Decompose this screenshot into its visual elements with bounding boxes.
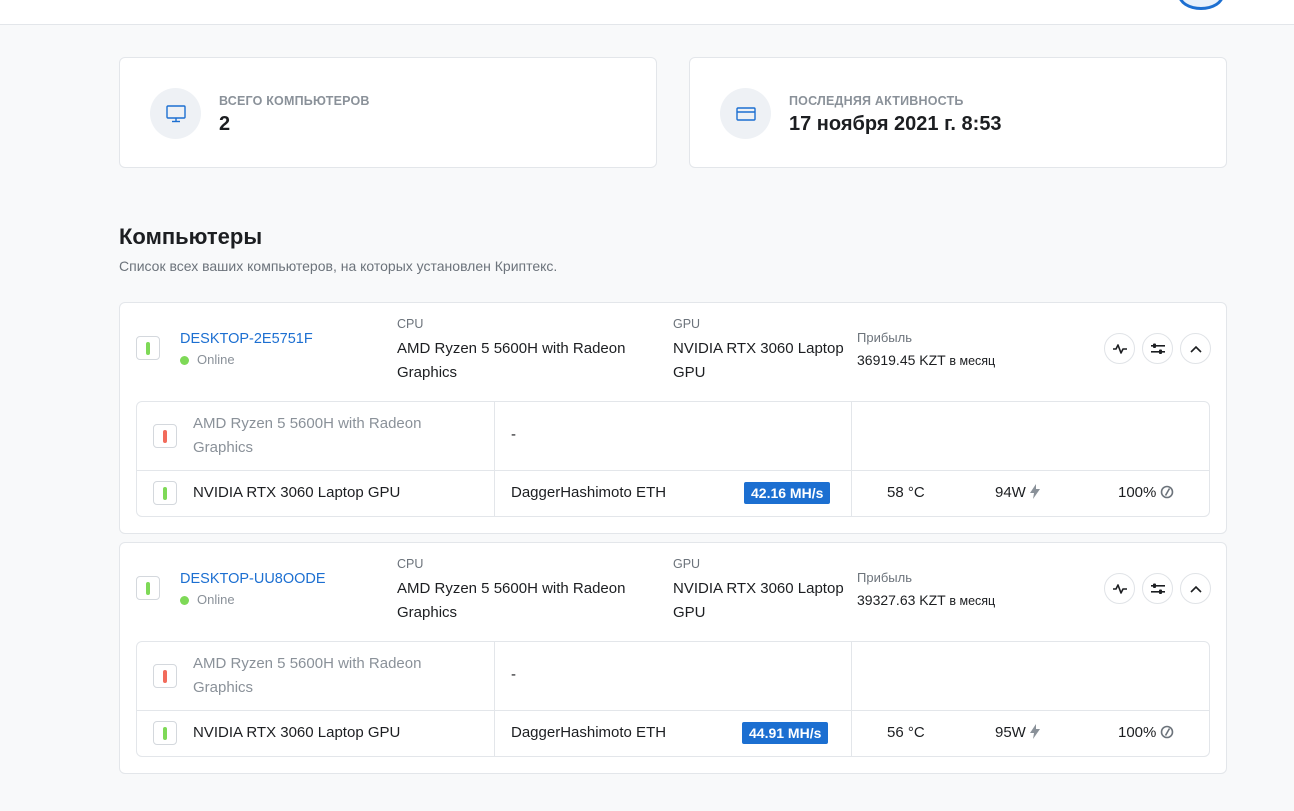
device-power: 95W — [995, 724, 1040, 741]
profit-label: Прибыль — [857, 570, 912, 585]
gpu-value: NVIDIA RTX 3060 Laptop GPU — [673, 580, 844, 621]
device-power: 94W — [995, 484, 1040, 501]
credit-card-icon — [720, 88, 771, 139]
column-divider — [494, 471, 495, 516]
profit-value: 39327.63 KZT в месяц — [857, 592, 995, 608]
activity-icon — [1112, 343, 1127, 354]
device-algorithm: - — [511, 666, 516, 683]
device-load: 100% — [1118, 724, 1174, 741]
computer-card: DESKTOP-UU8OODE Online CPU AMD Ryzen 5 5… — [119, 542, 1227, 774]
hashrate-badge: 42.16 MH/s — [744, 482, 831, 504]
device-row: AMD Ryzen 5 5600H with Radeon Graphics - — [137, 402, 1209, 471]
collapse-button[interactable] — [1180, 333, 1211, 364]
device-row: NVIDIA RTX 3060 Laptop GPU DaggerHashimo… — [137, 471, 1209, 516]
device-name: AMD Ryzen 5 5600H with Radeon Graphics — [193, 415, 422, 456]
sliders-icon — [1150, 343, 1165, 354]
column-divider — [851, 471, 852, 516]
stat-label: ПОСЛЕДНЯЯ АКТИВНОСТЬ — [789, 94, 964, 108]
computer-name-link[interactable]: DESKTOP-2E5751F — [180, 331, 313, 347]
activity-button[interactable] — [1104, 333, 1135, 364]
device-row: AMD Ryzen 5 5600H with Radeon Graphics - — [137, 642, 1209, 711]
computer-toggle[interactable] — [136, 576, 160, 600]
device-load-value: 100% — [1118, 484, 1157, 501]
computer-status: Online — [180, 592, 235, 607]
gauge-icon — [1161, 725, 1174, 739]
hashrate-badge: 44.91 MH/s — [742, 722, 829, 744]
devices-table: AMD Ryzen 5 5600H with Radeon Graphics -… — [136, 641, 1210, 757]
device-toggle[interactable] — [153, 424, 177, 448]
gpu-value: NVIDIA RTX 3060 Laptop GPU — [673, 340, 844, 381]
lightning-icon — [1029, 484, 1040, 499]
cpu-value: AMD Ryzen 5 5600H with Radeon Graphics — [397, 340, 626, 381]
user-avatar[interactable] — [1178, 0, 1224, 10]
cpu-value: AMD Ryzen 5 5600H with Radeon Graphics — [397, 580, 626, 621]
online-dot — [180, 596, 189, 605]
settings-button[interactable] — [1142, 333, 1173, 364]
section-title: Компьютеры — [119, 224, 263, 249]
computer-status-text: Online — [197, 592, 235, 607]
profit-unit: в месяц — [949, 354, 996, 368]
column-divider — [851, 402, 852, 470]
cpu-label: CPU — [397, 557, 424, 571]
chevron-up-icon — [1189, 345, 1202, 353]
online-dot — [180, 356, 189, 365]
stat-card-last-activity: ПОСЛЕДНЯЯ АКТИВНОСТЬ 17 ноября 2021 г. 8… — [689, 57, 1227, 168]
column-divider — [494, 711, 495, 756]
monitor-icon — [150, 88, 201, 139]
computer-status: Online — [180, 352, 235, 367]
profit-label: Прибыль — [857, 330, 912, 345]
device-toggle[interactable] — [153, 721, 177, 745]
device-algorithm: DaggerHashimoto ETH — [511, 724, 667, 741]
cpu-label: CPU — [397, 317, 424, 331]
device-algorithm: DaggerHashimoto ETH — [511, 484, 667, 501]
computer-toggle[interactable] — [136, 336, 160, 360]
collapse-button[interactable] — [1180, 573, 1211, 604]
device-load: 100% — [1118, 484, 1174, 501]
stat-value: 17 ноября 2021 г. 8:53 — [789, 113, 1002, 135]
device-algorithm: - — [511, 426, 516, 443]
device-temperature: 56 °C — [887, 724, 925, 741]
section-subtitle: Список всех ваших компьютеров, на которы… — [119, 258, 558, 274]
gpu-label: GPU — [673, 557, 701, 571]
device-toggle[interactable] — [153, 664, 177, 688]
device-power-value: 95W — [995, 724, 1026, 741]
gpu-label: GPU — [673, 317, 701, 331]
profit-value: 36919.45 KZT в месяц — [857, 352, 995, 368]
device-power-value: 94W — [995, 484, 1026, 501]
top-bar — [0, 0, 1294, 25]
device-row: NVIDIA RTX 3060 Laptop GPU DaggerHashimo… — [137, 711, 1209, 756]
profit-unit: в месяц — [949, 594, 996, 608]
device-toggle[interactable] — [153, 481, 177, 505]
stat-card-total-computers: ВСЕГО КОМПЬЮТЕРОВ 2 — [119, 57, 657, 168]
lightning-icon — [1029, 724, 1040, 739]
device-temperature: 58 °C — [887, 484, 925, 501]
device-load-value: 100% — [1118, 724, 1157, 741]
profit-amount: 39327.63 KZT — [857, 592, 946, 608]
column-divider — [851, 642, 852, 710]
settings-button[interactable] — [1142, 573, 1173, 604]
gauge-icon — [1161, 485, 1174, 499]
profit-amount: 36919.45 KZT — [857, 352, 946, 368]
activity-button[interactable] — [1104, 573, 1135, 604]
device-name: NVIDIA RTX 3060 Laptop GPU — [193, 724, 401, 741]
stat-label: ВСЕГО КОМПЬЮТЕРОВ — [219, 94, 370, 108]
stat-value: 2 — [219, 113, 231, 135]
computer-status-text: Online — [197, 352, 235, 367]
column-divider — [494, 642, 495, 710]
activity-icon — [1112, 583, 1127, 594]
device-name: AMD Ryzen 5 5600H with Radeon Graphics — [193, 655, 422, 696]
computer-name-link[interactable]: DESKTOP-UU8OODE — [180, 571, 326, 587]
column-divider — [494, 402, 495, 470]
computer-card: DESKTOP-2E5751F Online CPU AMD Ryzen 5 5… — [119, 302, 1227, 534]
chevron-up-icon — [1189, 585, 1202, 593]
sliders-icon — [1150, 583, 1165, 594]
device-name: NVIDIA RTX 3060 Laptop GPU — [193, 484, 401, 501]
column-divider — [851, 711, 852, 756]
devices-table: AMD Ryzen 5 5600H with Radeon Graphics -… — [136, 401, 1210, 517]
